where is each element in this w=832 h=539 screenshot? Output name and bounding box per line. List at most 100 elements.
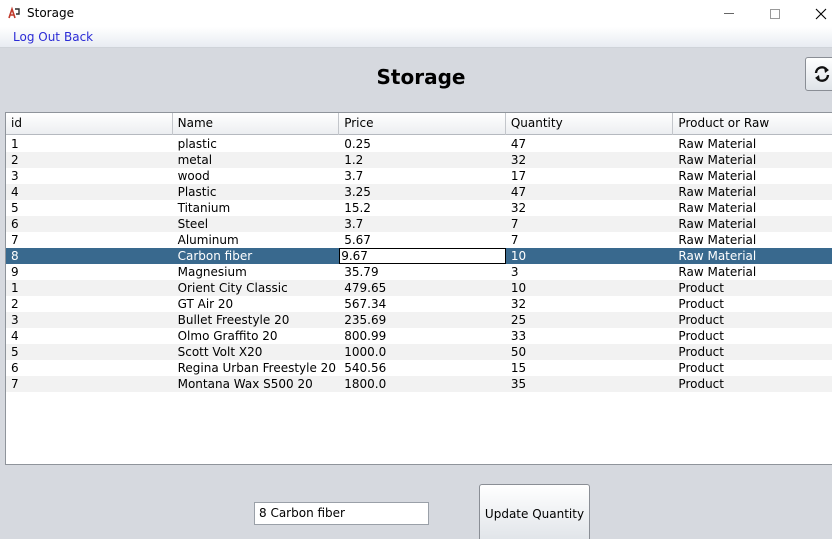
table-cell-id[interactable]: 6 bbox=[6, 216, 173, 232]
storage-table[interactable]: id Name Price Quantity Product or Raw 1p… bbox=[5, 112, 832, 465]
table-cell-type[interactable]: Product bbox=[673, 376, 832, 392]
table-row[interactable]: 7 Montana Wax S500 20 1800.0 35 Product bbox=[6, 376, 832, 392]
column-header-quantity[interactable]: Quantity bbox=[506, 113, 674, 135]
table-cell-name[interactable]: Carbon fiber bbox=[173, 248, 340, 264]
table-row[interactable]: 3 wood 3.7 17 Raw Material bbox=[6, 168, 832, 184]
table-cell-price[interactable]: 800.99 bbox=[339, 328, 506, 344]
table-cell-type[interactable]: Product bbox=[673, 280, 832, 296]
maximize-button[interactable] bbox=[752, 0, 798, 27]
table-cell-quantity[interactable]: 10 bbox=[506, 248, 674, 264]
table-cell-id[interactable]: 7 bbox=[6, 232, 173, 248]
table-cell-name[interactable]: metal bbox=[173, 152, 340, 168]
table-cell-quantity[interactable]: 7 bbox=[506, 232, 674, 248]
table-cell-price[interactable]: 479.65 bbox=[339, 280, 506, 296]
column-header-price[interactable]: Price bbox=[339, 113, 506, 135]
table-cell-id[interactable]: 1 bbox=[6, 136, 173, 152]
table-cell-type[interactable]: Raw Material bbox=[673, 152, 832, 168]
selected-item-field[interactable]: 8 Carbon fiber bbox=[254, 502, 429, 525]
table-cell-name[interactable]: wood bbox=[173, 168, 340, 184]
table-cell-id[interactable]: 5 bbox=[6, 200, 173, 216]
table-cell-quantity[interactable]: 25 bbox=[506, 312, 674, 328]
table-cell-quantity[interactable]: 47 bbox=[506, 184, 674, 200]
table-cell-quantity[interactable]: 3 bbox=[506, 264, 674, 280]
table-row[interactable]: 2 GT Air 20 567.34 32 Product bbox=[6, 296, 832, 312]
table-cell-name[interactable]: Bullet Freestyle 20 bbox=[173, 312, 340, 328]
table-cell-name[interactable]: Steel bbox=[173, 216, 340, 232]
table-row[interactable]: 5 Titanium 15.2 32 Raw Material bbox=[6, 200, 832, 216]
menu-item-logout[interactable]: Log Out bbox=[13, 30, 60, 44]
table-cell-quantity[interactable]: 50 bbox=[506, 344, 674, 360]
table-cell-type[interactable]: Product bbox=[673, 296, 832, 312]
table-cell-price[interactable]: 235.69 bbox=[339, 312, 506, 328]
table-cell-type[interactable]: Product bbox=[673, 360, 832, 376]
table-cell-price[interactable]: 540.56 bbox=[339, 360, 506, 376]
table-row[interactable]: 5 Scott Volt X20 1000.0 50 Product bbox=[6, 344, 832, 360]
table-cell-id[interactable]: 2 bbox=[6, 152, 173, 168]
table-cell-name[interactable]: Montana Wax S500 20 bbox=[173, 376, 340, 392]
table-cell-id[interactable]: 5 bbox=[6, 344, 173, 360]
table-cell-type[interactable]: Product bbox=[673, 344, 832, 360]
column-header-name[interactable]: Name bbox=[173, 113, 340, 135]
update-quantity-button[interactable]: Update Quantity bbox=[479, 484, 590, 539]
table-cell-type[interactable]: Raw Material bbox=[673, 264, 832, 280]
minimize-button[interactable] bbox=[706, 0, 752, 27]
table-cell-id[interactable]: 9 bbox=[6, 264, 173, 280]
table-cell-name[interactable]: Regina Urban Freestyle 20 bbox=[173, 360, 340, 376]
table-cell-quantity[interactable]: 32 bbox=[506, 152, 674, 168]
table-cell-type[interactable]: Raw Material bbox=[673, 216, 832, 232]
table-cell-quantity[interactable]: 32 bbox=[506, 296, 674, 312]
table-cell-name[interactable]: plastic bbox=[173, 136, 340, 152]
table-cell-type[interactable]: Raw Material bbox=[673, 232, 832, 248]
table-cell-quantity[interactable]: 32 bbox=[506, 200, 674, 216]
table-cell-type[interactable]: Product bbox=[673, 312, 832, 328]
table-cell-price[interactable]: 35.79 bbox=[339, 264, 506, 280]
table-cell-price[interactable]: 1000.0 bbox=[339, 344, 506, 360]
table-cell-id[interactable]: 6 bbox=[6, 360, 173, 376]
table-row[interactable]: 6 Steel 3.7 7 Raw Material bbox=[6, 216, 832, 232]
table-cell-price[interactable]: 0.25 bbox=[339, 136, 506, 152]
table-cell-name[interactable]: Aluminum bbox=[173, 232, 340, 248]
table-cell-price[interactable]: 3.7 bbox=[339, 168, 506, 184]
table-row[interactable]: 6 Regina Urban Freestyle 20 540.56 15 Produc… bbox=[6, 360, 832, 376]
table-cell-quantity[interactable]: 10 bbox=[506, 280, 674, 296]
table-cell-id[interactable]: 3 bbox=[6, 168, 173, 184]
table-cell-quantity[interactable]: 15 bbox=[506, 360, 674, 376]
menu-item-back[interactable]: Back bbox=[64, 30, 93, 44]
table-cell-id[interactable]: 8 bbox=[6, 248, 173, 264]
table-cell-price[interactable]: 1.2 bbox=[339, 152, 506, 168]
table-cell-price[interactable]: 3.7 bbox=[339, 216, 506, 232]
table-cell-name[interactable]: Orient City Classic bbox=[173, 280, 340, 296]
table-cell-id[interactable]: 4 bbox=[6, 328, 173, 344]
table-row[interactable]: 1 plastic 0.25 47 Raw Material bbox=[6, 136, 832, 152]
column-header-type[interactable]: Product or Raw bbox=[673, 113, 832, 135]
table-cell-quantity[interactable]: 35 bbox=[506, 376, 674, 392]
table-row[interactable]: 1 Orient City Classic 479.65 10 Product bbox=[6, 280, 832, 296]
table-cell-type[interactable]: Raw Material bbox=[673, 184, 832, 200]
table-cell-quantity[interactable]: 17 bbox=[506, 168, 674, 184]
table-cell-name[interactable]: GT Air 20 bbox=[173, 296, 340, 312]
table-cell-name[interactable]: Olmo Graffito 20 bbox=[173, 328, 340, 344]
column-header-id[interactable]: id bbox=[6, 113, 173, 135]
table-cell-type[interactable]: Raw Material bbox=[673, 200, 832, 216]
table-cell-price[interactable]: 15.2 bbox=[339, 200, 506, 216]
table-cell-id[interactable]: 1 bbox=[6, 280, 173, 296]
table-cell-price[interactable]: 3.25 bbox=[339, 184, 506, 200]
table-cell-quantity[interactable]: 47 bbox=[506, 136, 674, 152]
table-cell-price[interactable]: 567.34 bbox=[339, 296, 506, 312]
table-row[interactable]: 7 Aluminum 5.67 7 Raw Material bbox=[6, 232, 832, 248]
table-cell-id[interactable]: 7 bbox=[6, 376, 173, 392]
table-cell-name[interactable]: Magnesium bbox=[173, 264, 340, 280]
table-cell-name[interactable]: Plastic bbox=[173, 184, 340, 200]
table-cell-name[interactable]: Scott Volt X20 bbox=[173, 344, 340, 360]
refresh-button[interactable] bbox=[805, 57, 832, 91]
table-cell-price[interactable]: 1800.0 bbox=[339, 376, 506, 392]
table-cell-price[interactable]: 9.67 bbox=[339, 248, 506, 264]
table-cell-type[interactable]: Raw Material bbox=[673, 136, 832, 152]
table-cell-price[interactable]: 5.67 bbox=[339, 232, 506, 248]
table-cell-type[interactable]: Raw Material bbox=[673, 248, 832, 264]
table-row[interactable]: 3 Bullet Freestyle 20 235.69 25 Product bbox=[6, 312, 832, 328]
close-button[interactable] bbox=[798, 0, 832, 27]
table-row[interactable]: 9 Magnesium 35.79 3 Raw Material bbox=[6, 264, 832, 280]
table-cell-id[interactable]: 4 bbox=[6, 184, 173, 200]
table-cell-id[interactable]: 3 bbox=[6, 312, 173, 328]
